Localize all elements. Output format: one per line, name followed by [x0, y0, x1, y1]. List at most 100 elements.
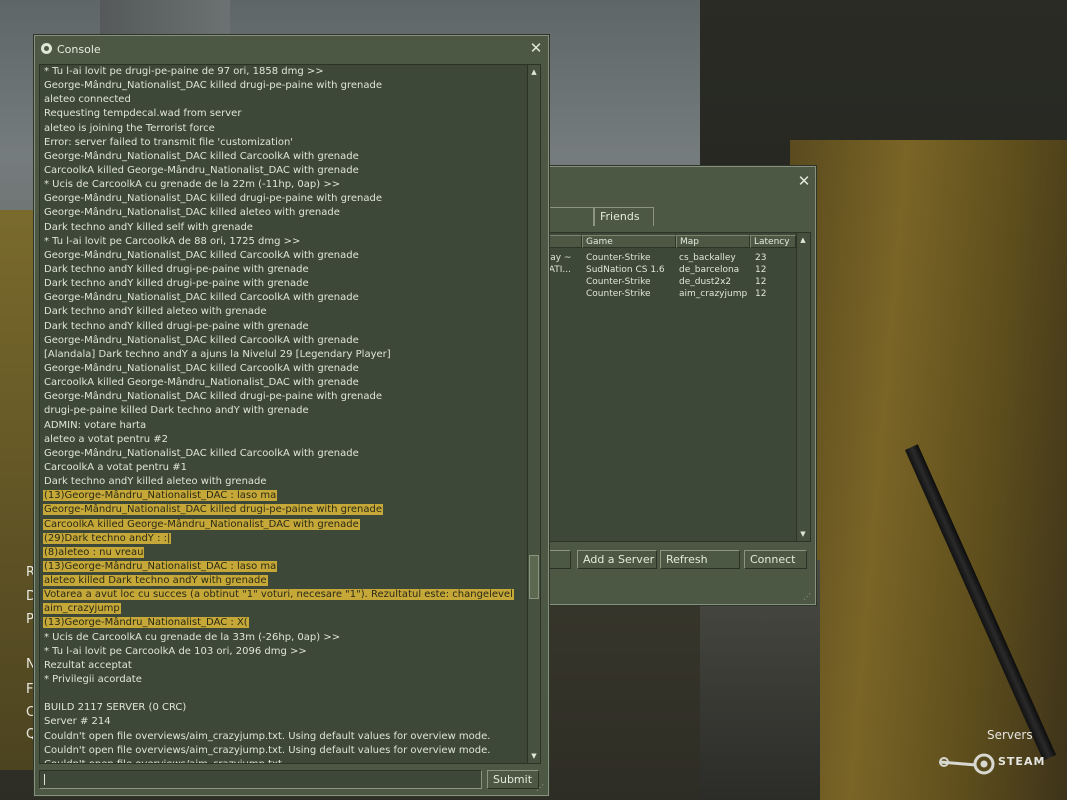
resize-grip-icon[interactable]: ⋰: [536, 784, 544, 792]
console-line: Dark techno andY killed aleteo with gren…: [43, 475, 521, 489]
console-close-icon[interactable]: ✕: [529, 41, 543, 56]
scroll-down-icon[interactable]: ▼: [797, 528, 809, 540]
console-line: ADMIN: votare harta: [43, 419, 521, 433]
console-line: * Ucis de CarcoolkA cu grenade de la 33m…: [43, 631, 521, 645]
console-line: Error: server failed to transmit file 'c…: [43, 136, 521, 150]
console-line-text: Couldn't open file overviews/aim_crazyju…: [44, 730, 491, 742]
menu-item-f[interactable]: F: [26, 682, 33, 697]
console-line: George-Mândru_Nationalist_DAC killed Car…: [43, 291, 521, 305]
console-line: drugi-pe-paine killed Dark techno andY w…: [43, 404, 521, 418]
scroll-thumb[interactable]: [529, 555, 539, 599]
console-line-text: George-Mândru_Nationalist_DAC killed Car…: [44, 150, 359, 162]
console-line-text: * Tu l-ai lovit pe CarcoolkA de 103 ori,…: [44, 645, 307, 657]
console-line-text: George-Mândru_Nationalist_DAC killed Car…: [44, 447, 359, 459]
column-map[interactable]: Map: [676, 235, 750, 248]
add-server-button[interactable]: Add a Server: [577, 550, 657, 569]
console-line: George-Mândru_Nationalist_DAC killed ale…: [43, 206, 521, 220]
console-line: George-Mândru_Nationalist_DAC killed Car…: [43, 334, 521, 348]
console-line-text: aleteo killed Dark techno andY with gren…: [43, 575, 268, 587]
console-line-text: (29)Dark techno andY : :|: [43, 532, 172, 544]
console-line: Dark techno andY killed drugi-pe-paine w…: [43, 263, 521, 277]
menu-item-p[interactable]: P: [26, 612, 34, 627]
server-row[interactable]: NATI... SudNation CS 1.6 de_barcelona 12: [538, 264, 793, 276]
console-line-text: aleteo connected: [44, 94, 131, 106]
scroll-up-icon[interactable]: ▲: [528, 66, 540, 78]
server-browser-window: ✕ n Friends Game Map Latency play ~ Coun…: [536, 166, 816, 605]
console-line: Dark techno andY killed aleteo with gren…: [43, 305, 521, 319]
console-line-text: * Ucis de CarcoolkA cu grenade de la 22m…: [44, 179, 341, 191]
console-line-text: (13)George-Mândru_Nationalist_DAC : laso…: [43, 490, 278, 502]
console-line-text: Dark techno andY killed drugi-pe-paine w…: [44, 320, 309, 332]
console-line: CarcoolkA killed George-Mândru_Nationali…: [43, 376, 521, 390]
scroll-down-icon[interactable]: ▼: [528, 750, 540, 762]
console-line: aleteo connected: [43, 93, 521, 107]
column-latency[interactable]: Latency: [750, 235, 796, 248]
console-line: George-Mândru_Nationalist_DAC killed dru…: [43, 192, 521, 206]
console-line-text: Votarea a avut loc cu succes (a obtinut …: [43, 589, 514, 601]
console-scrollbar[interactable]: ▲ ▼: [527, 64, 541, 764]
console-line: George-Mândru_Nationalist_DAC killed Car…: [43, 362, 521, 376]
servers-label[interactable]: Servers: [987, 728, 1033, 742]
partial-button[interactable]: [547, 550, 571, 569]
console-line-text: George-Mândru_Nationalist_DAC killed Car…: [44, 362, 359, 374]
console-line-text: CarcoolkA killed George-Mândru_Nationali…: [44, 164, 359, 176]
server-row[interactable]: Counter-Strike de_dust2x2 12: [538, 276, 793, 288]
column-game[interactable]: Game: [582, 235, 676, 248]
console-line: CarcoolkA a votat pentru #1: [43, 461, 521, 475]
server-list: Game Map Latency play ~ Counter-Strike c…: [537, 232, 811, 542]
console-input[interactable]: [39, 770, 482, 789]
console-line: * Ucis de CarcoolkA cu grenade de la 22m…: [43, 178, 521, 192]
console-line-text: Error: server failed to transmit file 'c…: [44, 136, 294, 148]
connect-button[interactable]: Connect: [744, 550, 807, 569]
refresh-button[interactable]: Refresh: [660, 550, 740, 569]
console-line: Rezultat acceptat: [43, 659, 521, 673]
console-line: Couldn't open file overviews/aim_crazyju…: [43, 758, 521, 763]
console-line-text: * Privilegii acordate: [44, 674, 142, 686]
console-line: * Tu l-ai lovit pe drugi-pe-paine de 97 …: [43, 65, 521, 79]
server-list-scrollbar[interactable]: ▲ ▼: [796, 233, 810, 541]
console-line-text: drugi-pe-paine killed Dark techno andY w…: [44, 405, 309, 417]
console-line: BUILD 2117 SERVER (0 CRC): [43, 701, 521, 715]
console-line-text: Dark techno andY killed aleteo with gren…: [44, 306, 267, 318]
console-line: aim_crazyjump: [43, 602, 521, 616]
resize-grip-icon[interactable]: ⋰: [803, 593, 811, 601]
console-window: Console ✕ * Tu l-ai lovit pe drugi-pe-pa…: [34, 35, 549, 796]
console-line-text: (13)George-Mândru_Nationalist_DAC : X(: [43, 617, 249, 629]
steam-logo-icon: [939, 753, 995, 775]
console-line: (29)Dark techno andY : :|: [43, 532, 521, 546]
console-line: George-Mândru_Nationalist_DAC killed dru…: [43, 390, 521, 404]
console-line-text: BUILD 2117 SERVER (0 CRC): [44, 702, 187, 714]
steam-label: STEAM: [998, 755, 1046, 768]
console-line: Dark techno andY killed drugi-pe-paine w…: [43, 277, 521, 291]
console-line-text: aleteo a votat pentru #2: [44, 433, 169, 445]
console-line: Server # 214: [43, 715, 521, 729]
steam-icon: [41, 43, 52, 54]
console-line-text: George-Mândru_Nationalist_DAC killed dru…: [44, 80, 383, 92]
console-line-text: Dark techno andY killed aleteo with gren…: [44, 476, 267, 488]
console-line-text: CarcoolkA a votat pentru #1: [44, 461, 187, 473]
scroll-up-icon[interactable]: ▲: [797, 234, 809, 246]
console-line: George-Mândru_Nationalist_DAC killed dru…: [43, 79, 521, 93]
console-title: Console: [57, 43, 101, 56]
console-line: [Alandala] Dark techno andY a ajuns la N…: [43, 348, 521, 362]
console-line: Couldn't open file overviews/aim_crazyju…: [43, 730, 521, 744]
console-line-text: Couldn't open file overviews/aim_crazyju…: [44, 744, 491, 756]
server-row[interactable]: play ~ Counter-Strike cs_backalley 23: [538, 252, 793, 264]
console-line: * Privilegii acordate: [43, 673, 521, 687]
console-line: * Tu l-ai lovit pe CarcoolkA de 88 ori, …: [43, 235, 521, 249]
console-line-text: Rezultat acceptat: [44, 659, 132, 671]
console-line-text: aim_crazyjump: [43, 603, 121, 615]
submit-button[interactable]: Submit: [487, 770, 539, 789]
console-line-text: George-Mândru_Nationalist_DAC killed ale…: [44, 207, 340, 219]
console-line-text: [Alandala] Dark techno andY a ajuns la N…: [44, 348, 391, 360]
tab-friends[interactable]: Friends: [594, 207, 654, 226]
text-caret: [44, 774, 45, 785]
server-row[interactable]: Counter-Strike aim_crazyjump 12: [538, 288, 793, 300]
console-line-text: George-Mândru_Nationalist_DAC killed dru…: [44, 193, 383, 205]
server-browser-close-icon[interactable]: ✕: [797, 174, 811, 189]
console-line: George-Mândru_Nationalist_DAC killed dru…: [43, 503, 521, 517]
console-line-text: George-Mândru_Nationalist_DAC killed Car…: [44, 334, 359, 346]
console-line-text: George-Mândru_Nationalist_DAC killed dru…: [43, 504, 384, 516]
console-line: Dark techno andY killed drugi-pe-paine w…: [43, 320, 521, 334]
console-log: * Tu l-ai lovit pe drugi-pe-paine de 97 …: [39, 64, 528, 764]
